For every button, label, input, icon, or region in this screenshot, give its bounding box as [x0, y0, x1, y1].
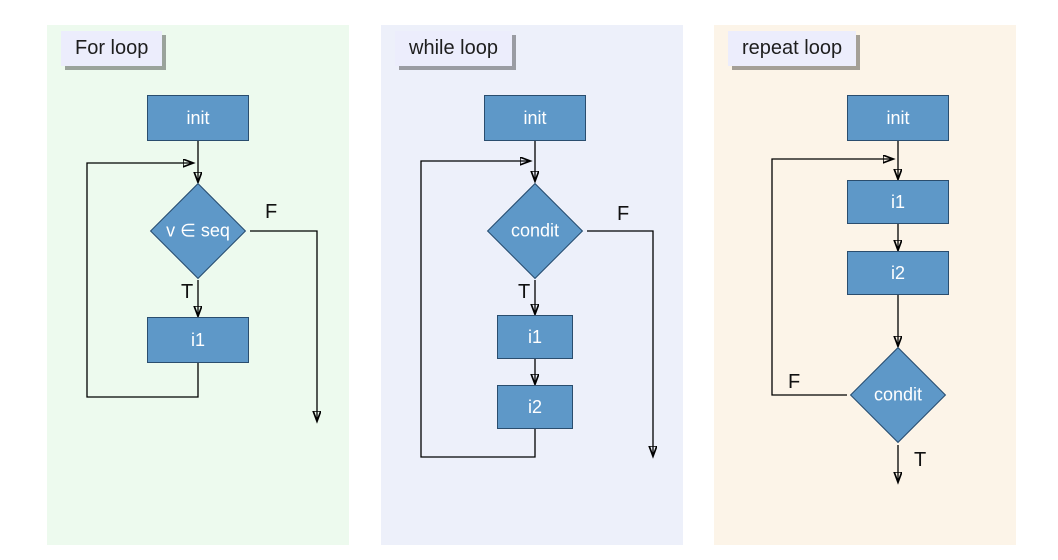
diagram-stage: For loop init v ∈ seq T F i1 whil [0, 0, 1058, 560]
for-i1-box: i1 [147, 317, 249, 363]
repeat-i1-box: i1 [847, 180, 949, 224]
for-init-box: init [147, 95, 249, 141]
while-i1-box: i1 [497, 315, 573, 359]
while-decision-label: condit [511, 221, 559, 242]
while-i2-box: i2 [497, 385, 573, 429]
for-decision: v ∈ seq [164, 197, 232, 265]
panel-repeat-loop: repeat loop init i1 i2 condit F T [714, 25, 1016, 545]
while-false-label: F [617, 203, 629, 226]
for-false-label: F [265, 201, 277, 224]
while-true-label: T [518, 281, 530, 304]
repeat-i2-box: i2 [847, 251, 949, 295]
for-decision-label: v ∈ seq [166, 221, 230, 242]
while-init-box: init [484, 95, 586, 141]
repeat-decision: condit [864, 361, 932, 429]
for-true-label: T [181, 281, 193, 304]
repeat-false-label: F [788, 371, 800, 394]
repeat-true-label: T [914, 449, 926, 472]
panel-while-loop: while loop init condit T F i1 i2 [381, 25, 683, 545]
repeat-init-box: init [847, 95, 949, 141]
panel-for-loop: For loop init v ∈ seq T F i1 [47, 25, 349, 545]
while-decision: condit [501, 197, 569, 265]
repeat-decision-label: condit [874, 385, 922, 406]
